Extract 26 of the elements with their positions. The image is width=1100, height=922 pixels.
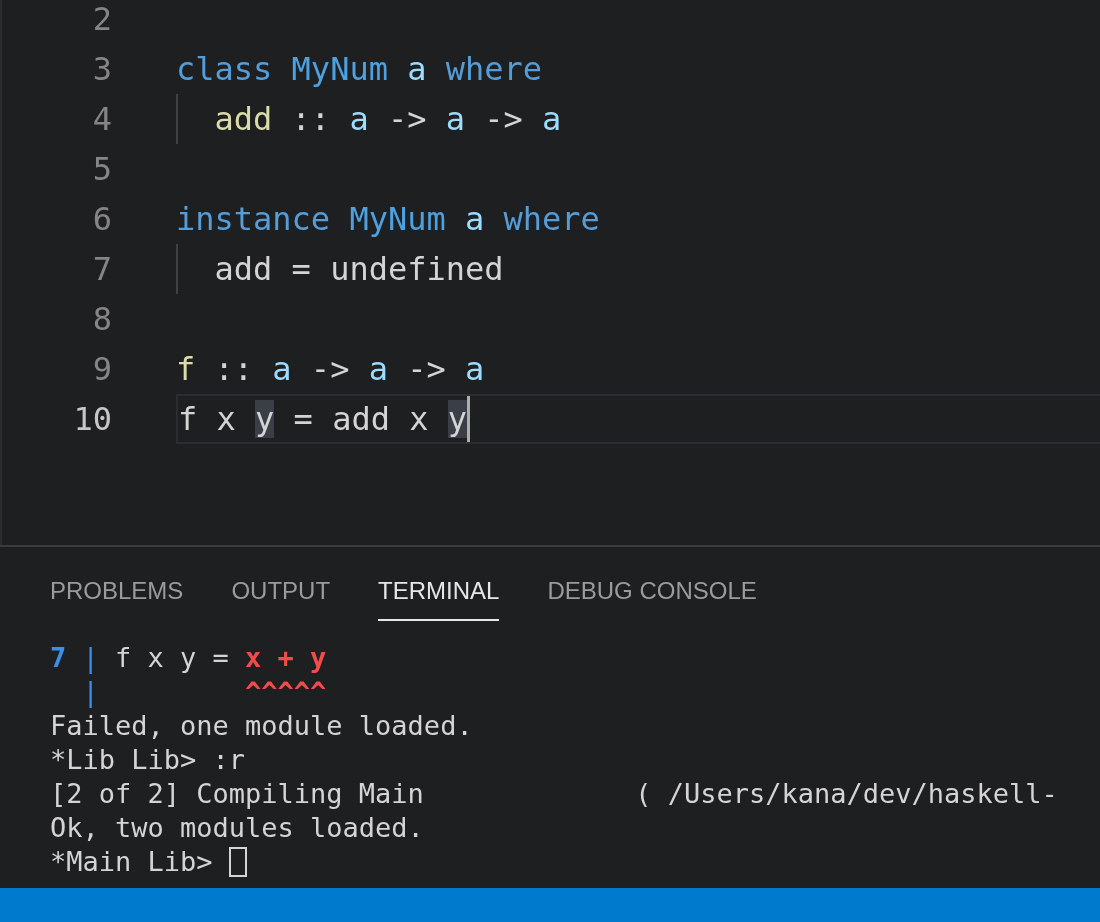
line-number: 2 [91, 0, 112, 40]
terminal-line: Ok, two modules loaded. [50, 811, 424, 845]
code-line: class MyNum a where [176, 49, 543, 90]
line-number: 10 [72, 399, 112, 440]
code-line: f :: a -> a -> a [176, 349, 485, 390]
code-line: add = undefined [213, 249, 504, 290]
panel-tab[interactable]: OUTPUT [231, 573, 331, 621]
line-number: 5 [91, 149, 112, 190]
line-number: 8 [91, 299, 112, 340]
panel-tab[interactable]: PROBLEMS [50, 573, 184, 621]
line-number: 4 [91, 99, 112, 140]
line-number: 3 [91, 49, 112, 90]
terminal-line: | ^^^^^ [81, 675, 327, 709]
code-line: add :: a -> a -> a [213, 99, 562, 140]
panel-tab[interactable]: TERMINAL [378, 573, 500, 621]
line-number: 9 [91, 349, 112, 390]
terminal-line: [2 of 2] Compiling Main ( /Users/kana/dev/haskell- [50, 777, 1058, 811]
terminal-line: Failed, one module loaded. [50, 709, 473, 743]
terminal-line: *Lib Lib> :r [50, 743, 246, 777]
panel-tab[interactable]: DEBUG CONSOLE [547, 573, 757, 621]
line-number: 6 [91, 199, 112, 240]
terminal-line: 7 | f x y = x + y [50, 641, 327, 675]
line-number: 7 [91, 249, 112, 290]
code-line: instance MyNum a where [176, 199, 600, 240]
terminal-line: *Main Lib> [50, 845, 214, 879]
code-line: f x y = add x y [178, 399, 467, 440]
